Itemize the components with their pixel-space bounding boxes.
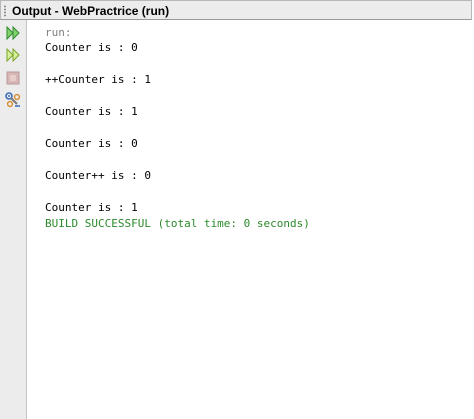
output-toolbar <box>0 20 27 419</box>
output-line: Counter is : 1 <box>45 201 138 214</box>
output-console[interactable]: run: Counter is : 0 ++Counter is : 1 Cou… <box>27 20 474 419</box>
output-window-titlebar[interactable]: Output - WebPractrice (run) <box>0 0 472 20</box>
rerun-button[interactable] <box>3 23 23 43</box>
output-line: Counter++ is : 0 <box>45 169 151 182</box>
output-line: Counter is : 1 <box>45 105 138 118</box>
build-status: BUILD SUCCESSFUL (total time: 0 seconds) <box>45 217 310 230</box>
drag-grip-icon[interactable] <box>4 5 6 17</box>
stop-icon <box>6 71 20 85</box>
output-line: Counter is : 0 <box>45 137 138 150</box>
output-line: ++Counter is : 1 <box>45 73 151 86</box>
output-settings-button[interactable] <box>3 90 23 110</box>
rerun-with-options-icon <box>6 47 20 63</box>
output-line: Counter is : 0 <box>45 41 138 54</box>
settings-icon <box>5 92 21 108</box>
run-label: run: <box>45 26 72 39</box>
stop-button[interactable] <box>3 68 23 88</box>
window-title: Output - WebPractrice (run) <box>12 4 170 18</box>
rerun-with-options-button[interactable] <box>3 45 23 65</box>
rerun-icon <box>6 25 20 41</box>
